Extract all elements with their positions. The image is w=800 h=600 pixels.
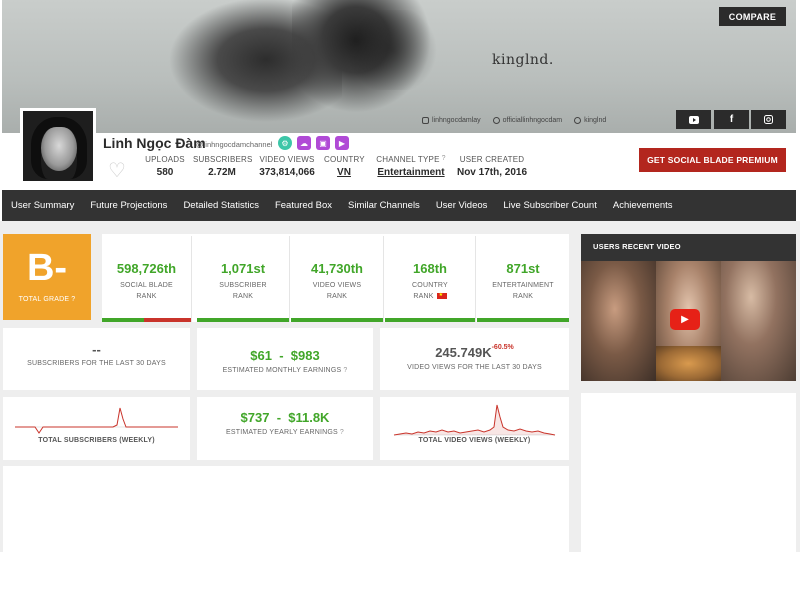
image-badge-icon[interactable]: ▣ <box>316 136 330 150</box>
channel-avatar[interactable] <box>20 108 96 184</box>
banner-wordmark: kinglnd. <box>492 52 554 68</box>
page: kinglnd. linhngocdamlay officiallinhngoc… <box>0 0 800 600</box>
nav-achievements[interactable]: Achievements <box>605 200 681 211</box>
instagram-button[interactable] <box>751 110 786 129</box>
country-link[interactable]: VN <box>324 167 364 178</box>
rank-social-blade: 598,726th SOCIAL BLADE RANK <box>102 236 192 322</box>
video-views-stat: VIDEO VIEWS 373,814,066 <box>259 155 315 178</box>
nav-future-projections[interactable]: Future Projections <box>82 200 175 211</box>
subscribers-weekly-sparkline <box>15 407 178 434</box>
rank-country: 168th COUNTRY RANK <box>385 236 476 322</box>
get-premium-button[interactable]: GET SOCIAL BLADE PREMIUM <box>639 148 786 172</box>
monthly-earnings-card: $61 - $983 ESTIMATED MONTHLY EARNINGS? <box>197 328 373 390</box>
total-grade-value: B- <box>26 247 68 289</box>
rank-video-views: 41,730th VIDEO VIEWS RANK <box>291 236 384 322</box>
banner-social-row: linhngocdamlay officiallinhngocdam kingl… <box>422 117 606 124</box>
banner-social-tiktok: kinglnd <box>574 117 606 124</box>
views-change: -60.5% <box>491 344 514 351</box>
views-30-days-card: 245.749K-60.5% VIDEO VIEWS FOR THE LAST … <box>380 328 569 390</box>
banner-social-instagram: linhngocdamlay <box>422 117 481 124</box>
nav-user-summary[interactable]: User Summary <box>2 200 82 211</box>
rank-entertainment: 871st ENTERTAINMENT RANK <box>477 236 569 322</box>
banner-social-facebook: officiallinhngocdam <box>492 117 562 124</box>
recent-video-title: USERS RECENT VIDEO <box>593 242 681 251</box>
help-icon[interactable]: ? <box>71 296 75 303</box>
nav-similar-channels[interactable]: Similar Channels <box>340 200 428 211</box>
yearly-earnings-card: $737 - $11.8K ESTIMATED YEARLY EARNINGS? <box>197 397 373 460</box>
tiktok-icon <box>574 117 582 124</box>
subscribers-30-days-card: -- SUBSCRIBERS FOR THE LAST 30 DAYS <box>3 328 190 390</box>
nav-live-subscriber-count[interactable]: Live Subscriber Count <box>495 200 604 211</box>
right-empty-panel <box>581 393 796 552</box>
views-weekly-sparkline <box>393 404 556 436</box>
help-icon[interactable]: ? <box>343 367 347 374</box>
nav-bar: User Summary Future Projections Detailed… <box>2 190 796 221</box>
channel-type-link[interactable]: Entertainment <box>372 167 450 178</box>
compare-button[interactable]: COMPARE <box>719 7 786 26</box>
cloud-badge-icon[interactable]: ☁ <box>297 136 311 150</box>
nav-user-videos[interactable]: User Videos <box>428 200 496 211</box>
youtube-icon <box>688 115 699 124</box>
channel-type-stat: CHANNEL TYPE? Entertainment <box>372 155 450 178</box>
facebook-icon: f <box>729 114 734 125</box>
recent-video-thumbnail[interactable]: ▶ <box>581 261 796 381</box>
nav-detailed-statistics[interactable]: Detailed Statistics <box>175 200 267 211</box>
instagram-icon <box>422 117 429 124</box>
facebook-button[interactable]: f <box>714 110 749 129</box>
help-icon[interactable]: ? <box>442 155 446 162</box>
channel-handle: @linhngocdamchannel <box>196 140 273 149</box>
views-weekly-card: TOTAL VIDEO VIEWS (WEEKLY) <box>380 397 569 460</box>
rank-subscriber: 1,071st SUBSCRIBER RANK <box>197 236 290 322</box>
uploads-stat: UPLOADS 580 <box>145 155 185 178</box>
facebook-icon <box>492 117 500 124</box>
play-icon[interactable]: ▶ <box>670 309 700 330</box>
user-created-stat: USER CREATED Nov 17th, 2016 <box>456 155 528 178</box>
total-grade-box: B- TOTAL GRADE? <box>3 234 91 320</box>
youtube-button[interactable] <box>676 110 711 129</box>
recent-video-card: USERS RECENT VIDEO ▶ <box>581 234 796 381</box>
video-badge-icon[interactable]: ▶ <box>335 136 349 150</box>
subscribers-stat: SUBSCRIBERS 2.72M <box>193 155 253 178</box>
settings-badge-icon[interactable]: ⚙ <box>278 136 292 150</box>
country-stat: COUNTRY VN <box>324 155 365 178</box>
banner-splash <box>342 10 442 90</box>
instagram-icon <box>764 115 773 124</box>
favorite-heart-icon[interactable]: ♡ <box>108 158 126 183</box>
nav-featured-box[interactable]: Featured Box <box>267 200 340 211</box>
subscribers-weekly-card: TOTAL SUBSCRIBERS (WEEKLY) <box>3 397 190 460</box>
bottom-panel <box>3 466 569 552</box>
vietnam-flag-icon <box>436 290 447 301</box>
channel-name: Linh Ngọc Đàm <box>103 135 206 151</box>
help-icon[interactable]: ? <box>340 429 344 436</box>
